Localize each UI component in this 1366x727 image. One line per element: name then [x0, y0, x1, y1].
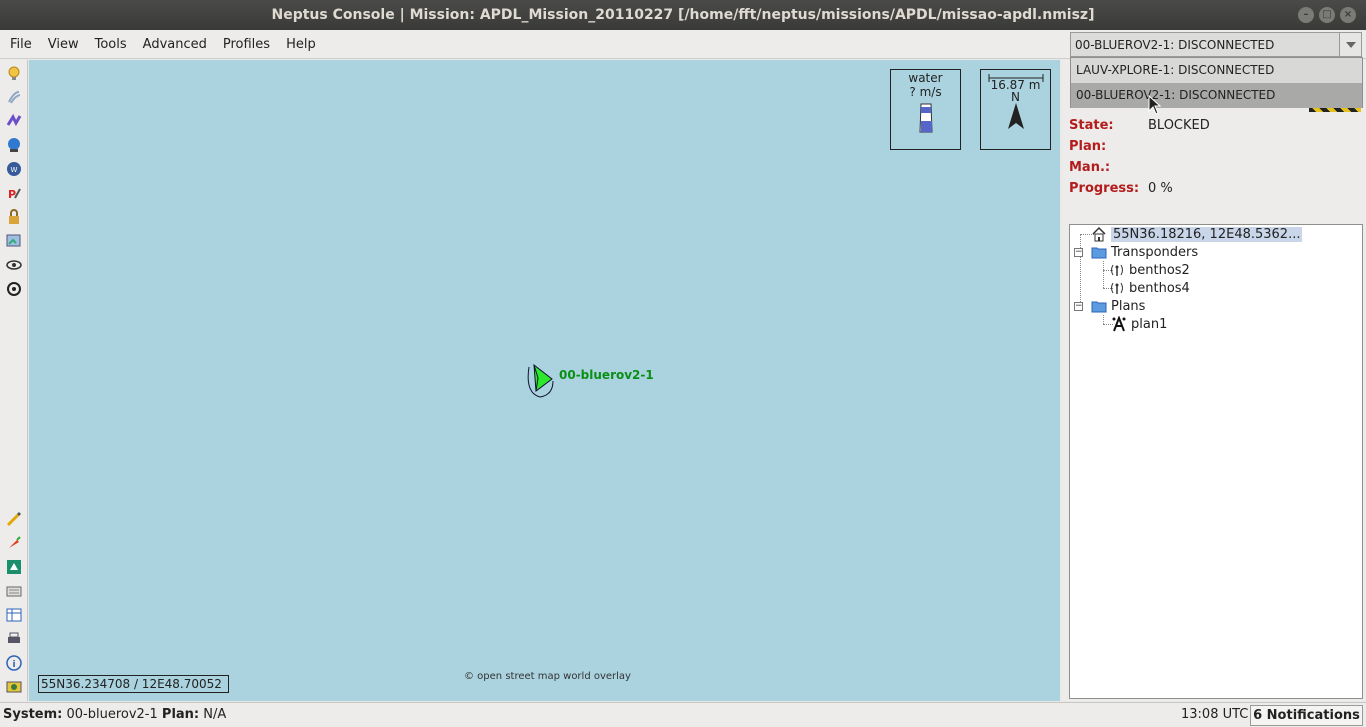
folder-icon: [1090, 298, 1108, 314]
signal-tool-icon[interactable]: [5, 88, 23, 106]
close-button[interactable]: ×: [1340, 7, 1356, 23]
window-controls: – □ ×: [1298, 7, 1356, 23]
home-icon: [1090, 226, 1108, 242]
tree-connector: [1080, 234, 1081, 306]
printer-tool-icon[interactable]: [5, 630, 23, 648]
state-row: State: BLOCKED: [1069, 118, 1210, 133]
lock-tool-icon[interactable]: [5, 208, 23, 226]
maneuver-label: Man.:: [1069, 160, 1111, 175]
transponder-name: benthos2: [1129, 262, 1190, 278]
plan-row: Plan:: [1069, 139, 1148, 154]
system-selector[interactable]: 00-BLUEROV2-1: DISCONNECTED: [1070, 32, 1362, 57]
maneuver-row: Man.:: [1069, 160, 1148, 175]
water-speed-value: ? m/s: [909, 85, 942, 99]
carrot-tool-icon[interactable]: [5, 534, 23, 552]
status-plan-value: N/A: [203, 707, 227, 722]
info-tool-icon[interactable]: i: [5, 654, 23, 672]
lamp-tool-icon[interactable]: [5, 64, 23, 82]
transponder-icon: [1108, 262, 1126, 278]
plan-edit-tool-icon[interactable]: P: [5, 184, 23, 202]
tree-item-home[interactable]: 55N36.18216, 12E48.5362...: [1090, 225, 1303, 243]
mission-tree[interactable]: 55N36.18216, 12E48.5362... − Transponder…: [1069, 224, 1363, 699]
transponder-icon: [1108, 280, 1126, 296]
tree-connector: [1103, 261, 1104, 288]
chevron-down-icon[interactable]: [1339, 33, 1361, 56]
menu-tools[interactable]: Tools: [87, 30, 135, 59]
system-option-selected[interactable]: 00-BLUEROV2-1: DISCONNECTED: [1071, 83, 1362, 108]
plans-label: Plans: [1111, 298, 1146, 314]
tree-item-transponder[interactable]: benthos2: [1108, 261, 1190, 279]
status-clock: 13:08 UTC: [1181, 707, 1249, 722]
water-speed-widget: water ? m/s: [890, 69, 961, 150]
menu-advanced[interactable]: Advanced: [135, 30, 215, 59]
state-label: State:: [1069, 118, 1114, 133]
folder-icon: [1090, 244, 1108, 260]
eye-tool-icon[interactable]: [5, 256, 23, 274]
image-edit-tool-icon[interactable]: [5, 232, 23, 250]
progress-value: 0 %: [1148, 181, 1173, 196]
map-view[interactable]: water ? m/s 16.87 m N 00-bluerov2-1 © op…: [29, 60, 1060, 701]
tree-item-plan[interactable]: plan1: [1110, 315, 1167, 333]
status-system-value: 00-bluerov2-1: [66, 707, 158, 722]
home-coordinates: 55N36.18216, 12E48.5362...: [1111, 226, 1303, 242]
status-bar: System: 00-bluerov2-1 Plan: N/A 13:08 UT…: [0, 702, 1366, 727]
menu-help[interactable]: Help: [278, 30, 324, 59]
system-selector-value: 00-BLUEROV2-1: DISCONNECTED: [1075, 37, 1275, 52]
svg-text:i: i: [12, 660, 15, 670]
vehicle-tool-icon[interactable]: [5, 678, 23, 696]
system-option[interactable]: LAUV-XPLORE-1: DISCONNECTED: [1071, 58, 1362, 83]
window-titlebar: Neptus Console | Mission: APDL_Mission_2…: [0, 0, 1366, 30]
tree-folder-plans[interactable]: Plans: [1090, 297, 1145, 315]
system-selector-dropdown: LAUV-XPLORE-1: DISCONNECTED 00-BLUEROV2-…: [1070, 57, 1363, 108]
vehicle-label: 00-bluerov2-1: [559, 368, 654, 382]
globe-tool-icon[interactable]: [5, 136, 23, 154]
transponder-name: benthos4: [1129, 280, 1190, 296]
mouse-pointer-icon: [1148, 95, 1162, 115]
north-label: N: [1011, 90, 1020, 104]
svg-text:P: P: [8, 188, 16, 201]
scale-compass-widget: 16.87 m N: [980, 69, 1051, 150]
status-system-label: System:: [3, 707, 63, 722]
window-title: Neptus Console | Mission: APDL_Mission_2…: [271, 7, 1095, 23]
transponders-collapse-toggle[interactable]: −: [1074, 248, 1083, 257]
pencil-tool-icon[interactable]: [5, 510, 23, 528]
neptus-console-window: Neptus Console | Mission: APDL_Mission_2…: [0, 0, 1366, 727]
map-layer-tool-icon[interactable]: [5, 558, 23, 576]
state-value: BLOCKED: [1148, 118, 1210, 133]
maximize-button[interactable]: □: [1319, 7, 1335, 23]
menu-profiles[interactable]: Profiles: [215, 30, 278, 59]
vehicle-info-panel: State: BLOCKED Plan: Man.: Progress: 0 % 5…: [1061, 60, 1366, 701]
water-label: water: [908, 71, 943, 85]
progress-row: Progress: 0 %: [1069, 181, 1173, 196]
tree-folder-transponders[interactable]: Transponders: [1090, 243, 1198, 261]
svg-text:W: W: [11, 166, 18, 174]
status-plan-label: Plan:: [161, 707, 200, 722]
menu-view[interactable]: View: [40, 30, 87, 59]
menu-file[interactable]: File: [2, 30, 40, 59]
map-attribution: © open street map world overlay: [464, 671, 631, 682]
sensor-tool-icon[interactable]: W: [5, 160, 23, 178]
status-system-plan: System: 00-bluerov2-1 Plan: N/A: [3, 707, 226, 722]
left-toolbar: W P i: [0, 60, 28, 701]
minimize-button[interactable]: –: [1298, 7, 1314, 23]
transponders-label: Transponders: [1111, 244, 1199, 260]
plan-label: Plan:: [1069, 139, 1107, 154]
plan-icon: [1110, 316, 1128, 332]
notifications-button[interactable]: 6 Notifications: [1250, 705, 1363, 726]
water-level-icon: [918, 103, 933, 133]
cursor-coordinates: 55N36.234708 / 12E48.70052: [38, 675, 229, 693]
tree-connector: [1103, 315, 1104, 324]
progress-label: Progress:: [1069, 181, 1140, 196]
keyboard-tool-icon[interactable]: [5, 582, 23, 600]
plans-collapse-toggle[interactable]: −: [1074, 302, 1083, 311]
target-tool-icon[interactable]: [5, 280, 23, 298]
tree-item-transponder[interactable]: benthos4: [1108, 279, 1190, 297]
north-arrow-icon: [1007, 103, 1024, 129]
plan-name: plan1: [1131, 316, 1168, 332]
table-tool-icon[interactable]: [5, 606, 23, 624]
vehicle-marker-icon[interactable]: [526, 361, 560, 403]
waypoint-tool-icon[interactable]: [5, 112, 23, 130]
